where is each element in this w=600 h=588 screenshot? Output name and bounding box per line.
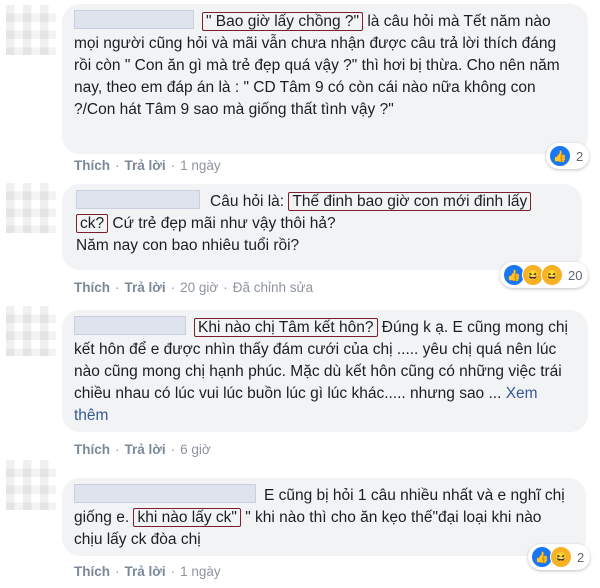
comment-bubble: " Bao giờ lấy chồng ?" là câu hỏi mà Tết… [62,4,588,154]
reply-link[interactable]: Trả lời [125,280,166,295]
reaction-count: 2 [577,549,585,565]
author-name-redacted[interactable] [74,10,194,29]
like-link[interactable]: Thích [74,442,110,457]
reply-link[interactable]: Trả lời [125,564,166,579]
author-name-redacted[interactable] [74,484,256,503]
comment-time[interactable]: 6 giờ [180,442,211,457]
like-link[interactable]: Thích [74,280,110,295]
reaction-summary[interactable]: 👍 😆 😆 20 [500,262,589,288]
like-icon: 👍 [549,145,571,167]
comment-actions: Thích · Trả lời · 1 ngày [74,158,221,173]
comment-time[interactable]: 1 ngày [180,158,221,173]
like-link[interactable]: Thích [74,564,110,579]
haha-icon: 😆 [541,264,563,286]
reply-link[interactable]: Trả lời [125,442,166,457]
author-name-redacted[interactable] [76,190,200,209]
highlighted-question: " Bao giờ lấy chồng ?" [202,12,364,31]
reaction-summary[interactable]: 👍 😆 2 [528,544,591,570]
comment-text-line2: Năm nay con bao nhiêu tuổi rồi? [76,237,300,254]
comment-bubble: E cũng bị hỏi 1 câu nhiều nhất và e nghĩ… [62,478,586,556]
haha-icon: 😆 [550,546,572,568]
comment-actions: Thích · Trả lời · 1 ngày [74,564,221,579]
avatar[interactable] [6,5,56,55]
avatar[interactable] [6,306,56,356]
like-link[interactable]: Thích [74,158,110,173]
highlighted-question: Khi nào chị Tâm kết hôn? [194,318,378,337]
reaction-count: 20 [568,267,583,283]
comment-actions: Thích · Trả lời · 20 giờ · Đã chỉnh sửa [74,280,314,295]
author-name-redacted[interactable] [74,316,186,335]
reaction-count: 2 [576,148,584,164]
highlighted-question: Thế đinh bao giờ con mới đinh lấy [288,192,532,211]
reply-link[interactable]: Trả lời [125,158,166,173]
comment-bubble: Câu hỏi là: Thế đinh bao giờ con mới đin… [62,184,582,270]
highlighted-question: khi nào lấy ck" [133,508,241,527]
edited-label[interactable]: Đã chỉnh sửa [233,280,313,295]
comment-text: Cứ trẻ đẹp mãi như vậy thôi hả? [108,215,336,232]
avatar[interactable] [6,460,56,510]
comment-time[interactable]: 20 giờ [180,280,218,295]
reaction-summary[interactable]: 👍 2 [546,143,590,169]
avatar[interactable] [6,183,56,233]
highlighted-question-cont: ck? [76,214,109,233]
comment-text-before: Câu hỏi là: [210,193,289,210]
comment-bubble: Khi nào chị Tâm kết hôn? Đúng k ạ. E cũn… [62,310,588,432]
comment-time[interactable]: 1 ngày [180,564,221,579]
comment-actions: Thích · Trả lời · 6 giờ [74,442,211,457]
